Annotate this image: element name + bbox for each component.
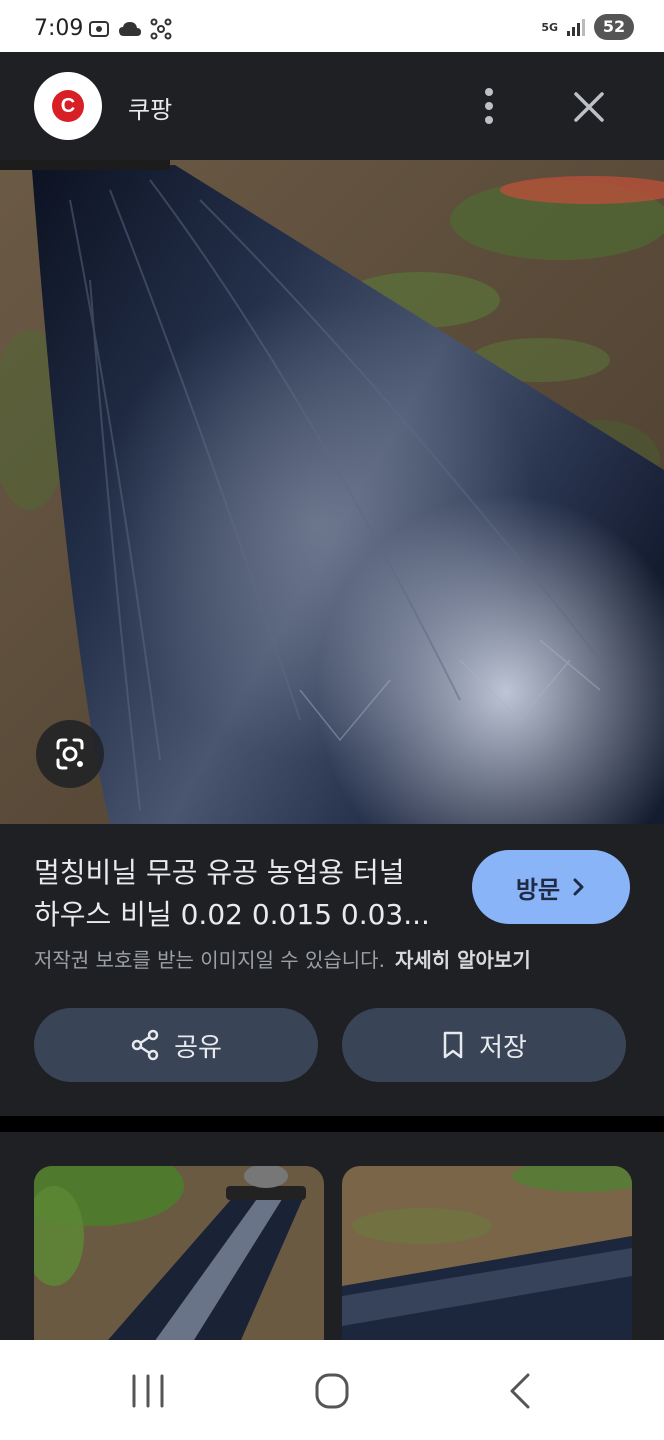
status-system-icons: 5G 52 xyxy=(541,14,634,40)
result-info-panel: 멀칭비닐 무공 유공 농업용 터널 하우스 비닐 0.02 0.015 0.03… xyxy=(0,824,664,1116)
related-images xyxy=(0,1132,664,1342)
result-title[interactable]: 멀칭비닐 무공 유공 농업용 터널 하우스 비닐 0.02 0.015 0.03… xyxy=(34,852,454,936)
system-nav-bar xyxy=(0,1340,664,1440)
cloud-icon xyxy=(119,22,141,36)
more-vert-icon xyxy=(485,88,493,124)
result-title-line1: 멀칭비닐 무공 유공 농업용 터널 xyxy=(34,856,405,889)
learn-more-link[interactable]: 자세히 알아보기 xyxy=(395,948,531,972)
bookmark-icon xyxy=(443,1031,463,1059)
lens-icon xyxy=(56,738,84,770)
related-image-2[interactable] xyxy=(342,1166,632,1342)
copyright-text: 저작권 보호를 받는 이미지일 수 있습니다. xyxy=(34,948,385,972)
recent-apps-button[interactable] xyxy=(118,1366,178,1416)
home-button[interactable] xyxy=(302,1366,362,1416)
signal-icon xyxy=(567,19,585,36)
back-button[interactable] xyxy=(490,1366,550,1416)
share-button[interactable]: 공유 xyxy=(34,1008,318,1082)
chevron-right-icon xyxy=(573,878,584,896)
back-icon xyxy=(510,1373,530,1409)
battery-indicator: 52 xyxy=(594,14,634,40)
coupang-logo-icon: C xyxy=(52,90,84,122)
save-label: 저장 xyxy=(479,1032,527,1063)
recent-apps-icon xyxy=(132,1374,164,1408)
google-lens-button[interactable] xyxy=(36,720,104,788)
status-notification-icons xyxy=(88,18,172,40)
status-time: 7:09 xyxy=(34,16,84,41)
network-hub-icon xyxy=(150,18,172,40)
copyright-notice: 저작권 보호를 받는 이미지일 수 있습니다. 자세히 알아보기 xyxy=(34,944,531,973)
site-logo: C xyxy=(34,72,102,140)
visit-button[interactable]: 방문 xyxy=(472,850,630,924)
status-bar: 7:09 5G 52 xyxy=(0,0,664,52)
close-icon xyxy=(574,92,604,122)
viewer-header: C 쿠팡 xyxy=(0,52,664,160)
screenshot-icon xyxy=(89,21,109,37)
site-name[interactable]: 쿠팡 xyxy=(128,90,172,125)
visit-label: 방문 xyxy=(515,875,561,904)
result-title-line2: 하우스 비닐 0.02 0.015 0.03... xyxy=(34,898,430,931)
network-type: 5G xyxy=(541,20,558,34)
save-button[interactable]: 저장 xyxy=(342,1008,626,1082)
close-button[interactable] xyxy=(564,82,614,132)
home-icon xyxy=(315,1373,349,1409)
related-image-1[interactable] xyxy=(34,1166,324,1342)
share-icon xyxy=(131,1029,159,1061)
share-label: 공유 xyxy=(174,1032,222,1063)
more-options-button[interactable] xyxy=(470,82,510,132)
